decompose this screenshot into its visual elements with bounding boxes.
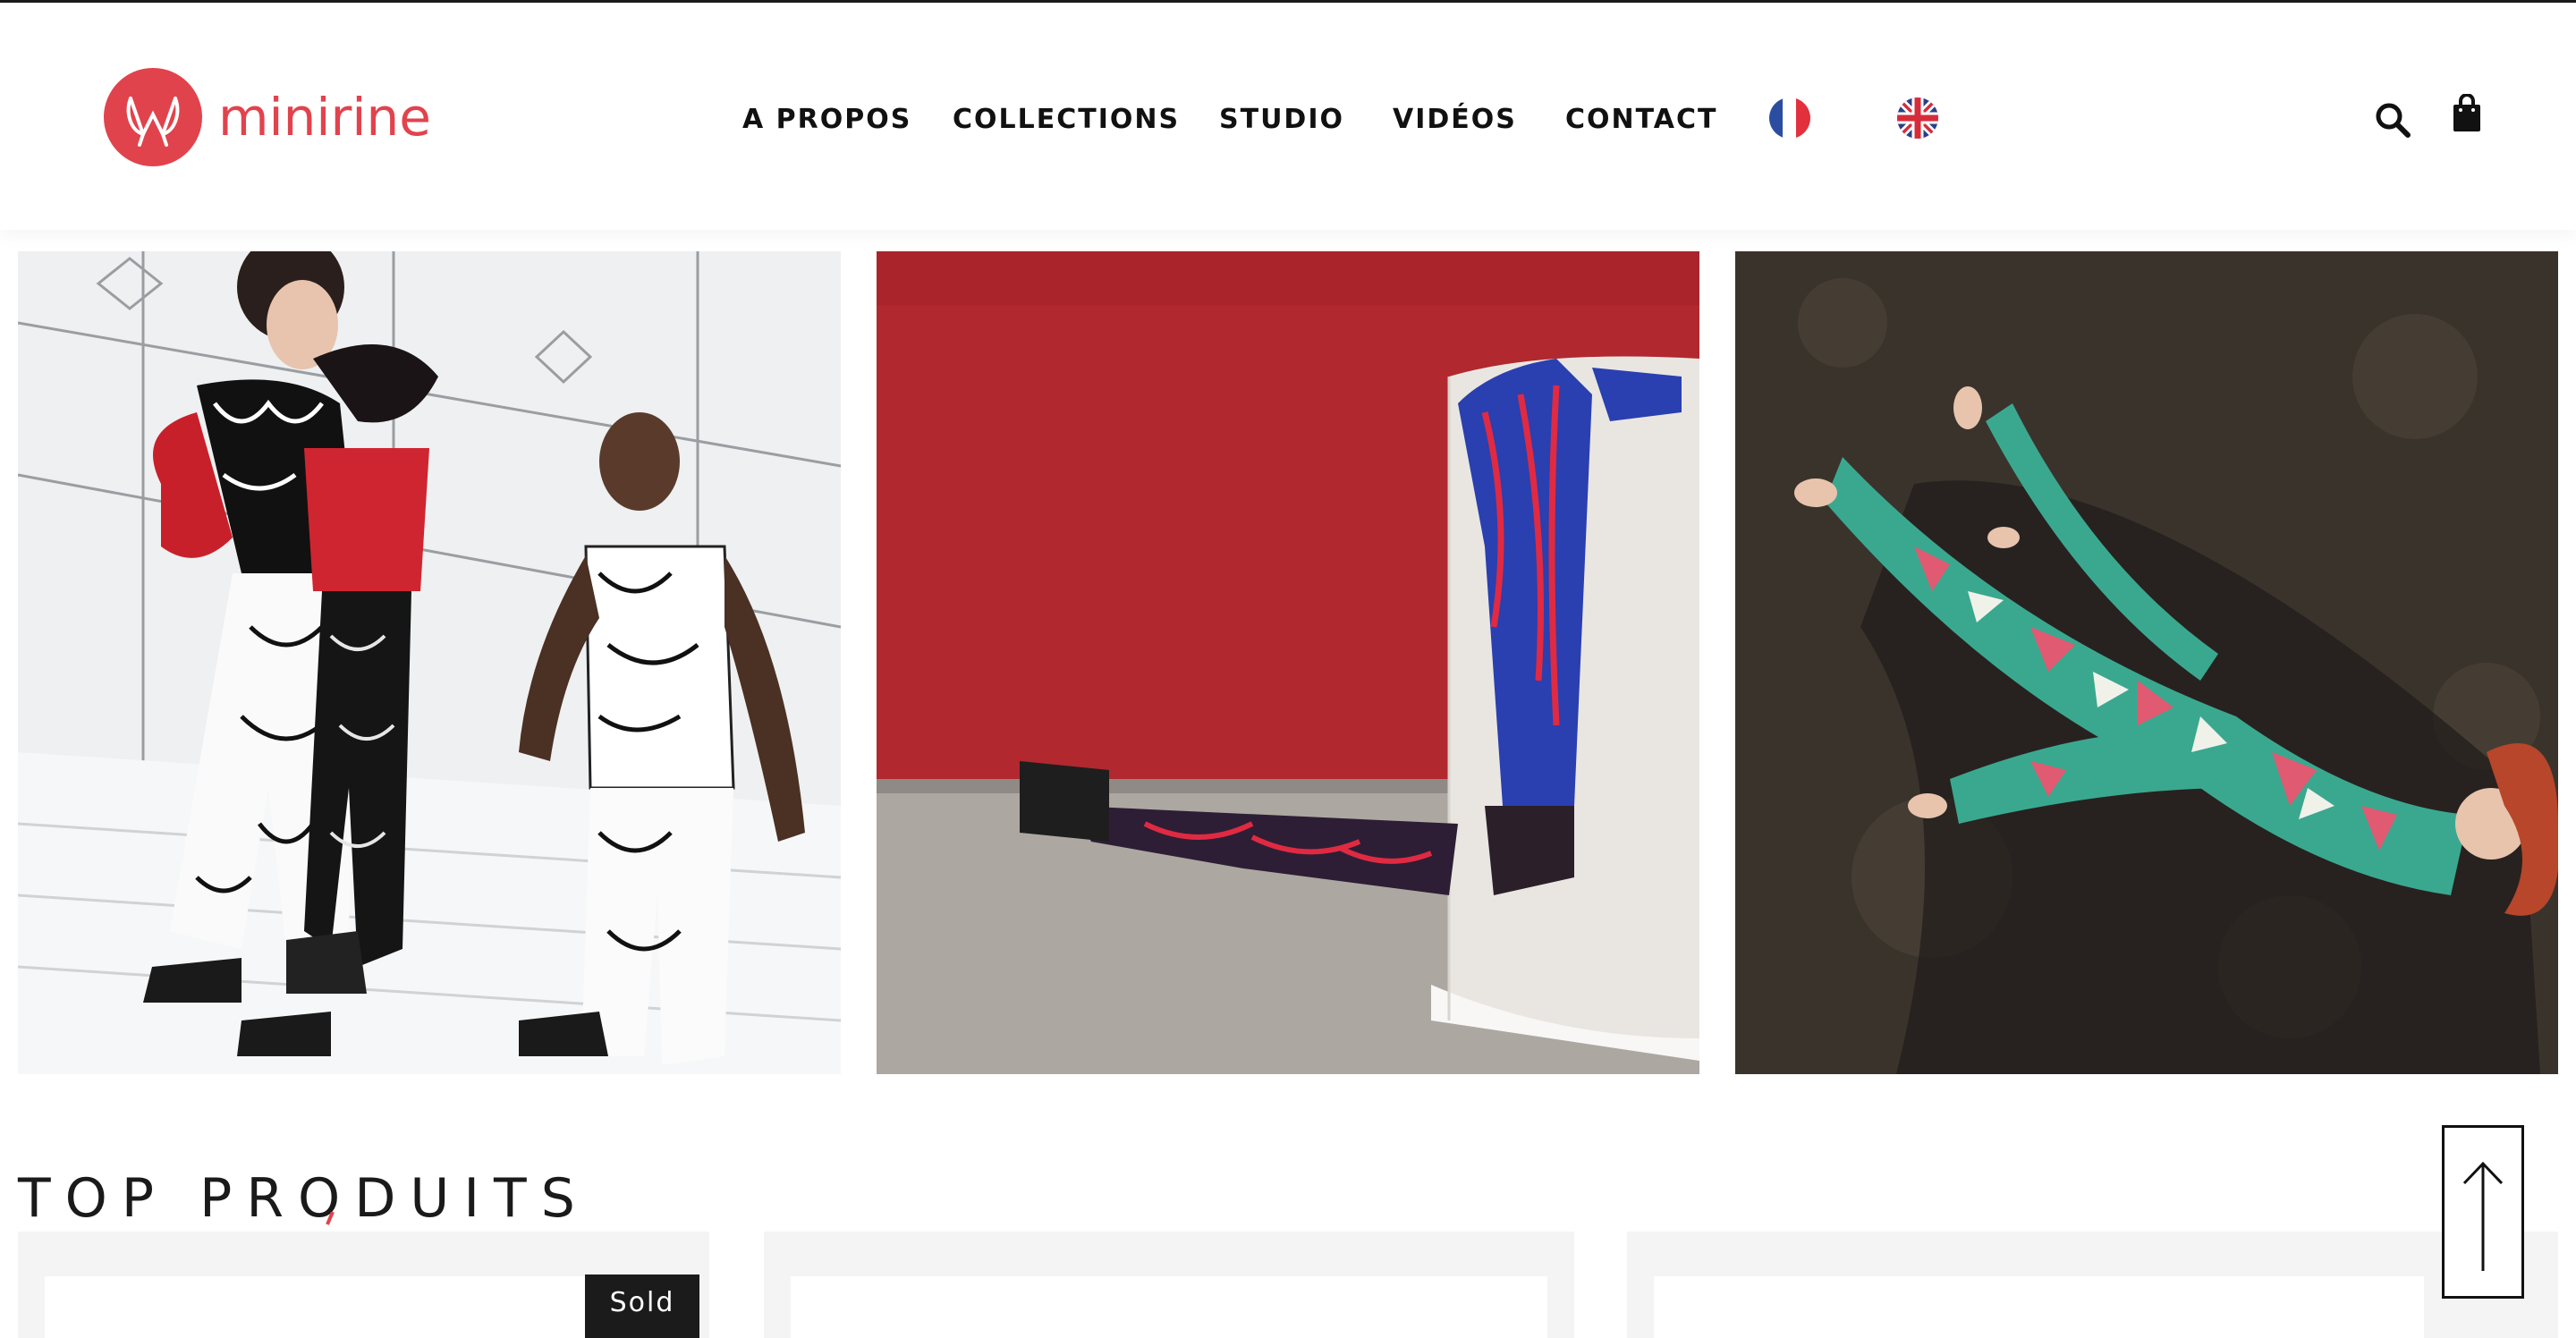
scroll-to-top-button[interactable] xyxy=(2442,1125,2524,1299)
nav-item-videos[interactable]: VIDÉOS xyxy=(1393,99,1517,140)
nav-item-studio[interactable]: STUDIO xyxy=(1219,99,1344,140)
search-icon[interactable] xyxy=(2374,101,2411,143)
arrow-up-icon xyxy=(2462,1161,2504,1271)
brand-name: minirine xyxy=(218,87,431,148)
section-title-top-products: TOP PRODUITS xyxy=(18,1166,589,1230)
logo[interactable]: minirine xyxy=(104,68,431,166)
decorative-red-mark xyxy=(324,1211,336,1231)
nav-item-contact[interactable]: CONTACT xyxy=(1565,99,1717,140)
nav-item-a-propos[interactable]: A PROPOS xyxy=(742,99,911,140)
sold-badge: Sold xyxy=(585,1274,699,1338)
site-header: minirine A PROPOS COLLECTIONS STUDIO VID… xyxy=(0,3,2576,230)
product-image-area xyxy=(1654,1276,2424,1338)
minirine-logo-icon xyxy=(104,68,202,166)
photo-green-bodysuit-on-ground xyxy=(1735,251,2558,1074)
photo-blue-red-leggings-red-wall xyxy=(877,251,1699,1074)
shopping-bag-icon[interactable] xyxy=(2451,93,2483,138)
photo-group-black-white-print xyxy=(18,251,841,1074)
gallery-image-1[interactable] xyxy=(18,251,841,1074)
gallery-image-2[interactable] xyxy=(877,251,1699,1074)
nav-item-collections[interactable]: COLLECTIONS xyxy=(953,99,1180,140)
product-card-3[interactable] xyxy=(1627,1232,2558,1338)
product-card-1[interactable]: Sold xyxy=(18,1232,709,1338)
uk-flag-icon[interactable] xyxy=(1897,97,1938,139)
france-flag-icon[interactable] xyxy=(1769,97,1810,139)
product-image-area xyxy=(791,1276,1547,1338)
gallery-image-3[interactable] xyxy=(1735,251,2558,1074)
product-card-2[interactable] xyxy=(764,1232,1574,1338)
